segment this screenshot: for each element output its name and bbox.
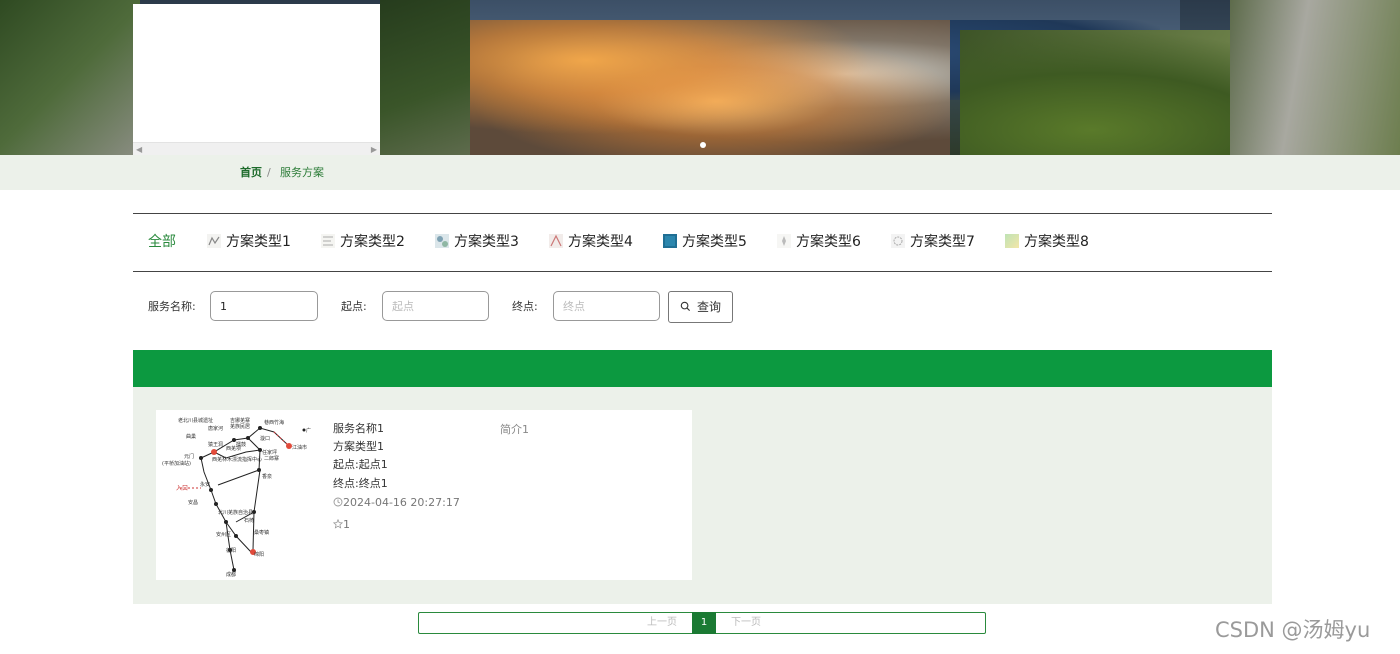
service-type: 方案类型1 (333, 440, 384, 453)
map-label: 二郎寨 (264, 455, 279, 462)
search-icon (680, 301, 690, 312)
breadcrumb-separator: / (267, 166, 271, 179)
category-tab-label: 全部 (148, 234, 176, 250)
category-tab-label: 方案类型3 (454, 234, 519, 250)
carousel-indicator-dot[interactable] (700, 142, 706, 148)
pagination: 上一页 1 下一页 (418, 612, 986, 634)
search-button[interactable]: 查询 (668, 291, 733, 323)
map-label: 羌族民居 (230, 423, 250, 430)
service-name-input[interactable]: 1 (210, 291, 318, 321)
scroll-right-arrow-icon[interactable]: ▶ (371, 145, 377, 154)
clock-icon (333, 497, 343, 507)
category-tab-1[interactable]: 方案类型1 (207, 214, 291, 271)
category-tab-8[interactable]: 方案类型8 (1005, 214, 1089, 271)
banner-hill-left (0, 0, 140, 155)
map-label: 老北川县城遗址 (178, 417, 213, 424)
map-label: 猿王洞 (208, 441, 223, 448)
thumbnail-icon (1005, 234, 1019, 248)
thumbnail-icon (777, 234, 791, 248)
service-name[interactable]: 服务名称1 (333, 421, 384, 437)
thumbnail-icon (321, 234, 335, 248)
service-name-label: 服务名称: (148, 300, 196, 313)
search-button-label: 查询 (696, 300, 721, 314)
category-tab-label: 方案类型8 (1024, 234, 1089, 250)
banner-cliff-right (1230, 0, 1400, 155)
service-time-value: 2024-04-16 20:27:17 (343, 496, 460, 509)
category-tab-3[interactable]: 方案类型3 (435, 214, 519, 271)
category-tab-label: 方案类型2 (340, 234, 405, 250)
watermark: CSDN @汤姆yu (1215, 618, 1371, 642)
thumbnail-icon (891, 234, 905, 248)
map-label: 安州区 (216, 531, 231, 538)
thumbnail-icon (207, 234, 221, 248)
route-map-thumbnail[interactable]: 老北川县城遗址 曲巢 吉娜羌寨 羌族民居 巷西竹海 唐家河 猿王洞 擂鼓 漩口 … (156, 410, 316, 580)
category-tab-label: 方案类型1 (226, 234, 291, 250)
service-card[interactable]: 老北川县城遗址 曲巢 吉娜羌寨 羌族民居 巷西竹海 唐家河 猿王洞 擂鼓 漩口 … (156, 410, 692, 580)
map-label: 入口 (176, 485, 188, 492)
map-label: 绵阳 (254, 551, 264, 558)
breadcrumb-current: 服务方案 (280, 166, 324, 179)
category-tab-7[interactable]: 方案类型7 (891, 214, 975, 271)
category-tab-5[interactable]: 方案类型5 (663, 214, 747, 271)
category-tab-label: 方案类型6 (796, 234, 861, 250)
end-point-label: 终点: (512, 300, 538, 313)
category-tabs: 全部 方案类型1 方案类型2 方案类型3 方案类型4 方案类型5 方案类型6 方… (133, 213, 1272, 272)
map-label: 唐家河 (208, 425, 223, 432)
category-tab-all[interactable]: 全部 (148, 214, 176, 271)
category-tab-6[interactable]: 方案类型6 (777, 214, 861, 271)
service-intro: 简介1 (500, 423, 529, 436)
breadcrumb-home-link[interactable]: 首页 (240, 155, 262, 190)
page-number-button[interactable]: 1 (692, 612, 716, 634)
start-point-label: 起点: (341, 300, 367, 313)
banner-hill-middle (380, 0, 470, 155)
category-tab-2[interactable]: 方案类型2 (321, 214, 405, 271)
list-header-bar (133, 350, 1272, 387)
category-tab-label: 方案类型7 (910, 234, 975, 250)
map-label: 任家坪 (262, 449, 277, 456)
route-map-image: 老北川县城遗址 曲巢 吉娜羌寨 羌族民居 巷西竹海 唐家河 猿王洞 擂鼓 漩口 … (162, 417, 316, 578)
prev-page-button[interactable]: 上一页 (647, 613, 677, 633)
scroll-left-arrow-icon[interactable]: ◀ (136, 145, 142, 154)
map-label: 元门 (184, 453, 194, 460)
map-label: 成都 (226, 571, 236, 578)
map-label: 吉娜羌寨 (230, 417, 250, 424)
map-label: 曲巢 (186, 433, 196, 440)
map-label: (平桥加油站) (162, 460, 191, 467)
map-label: 江油市 (292, 444, 307, 451)
star-icon (332, 518, 344, 529)
map-label: 香泉 (262, 473, 272, 480)
logo-horizontal-scrollbar[interactable]: ◀ ▶ (133, 142, 380, 155)
map-label: 广元 (306, 427, 311, 434)
thumbnail-icon (549, 234, 563, 248)
service-likes[interactable]: 1 (332, 517, 350, 533)
thumbnail-icon (435, 234, 449, 248)
service-time: 2024-04-16 20:27:17 (333, 495, 460, 511)
map-label: 北川羌族自治县 (218, 509, 253, 516)
map-label: 永安 (200, 481, 210, 488)
end-point-placeholder: 终点 (563, 300, 585, 313)
service-name-value: 1 (220, 300, 227, 313)
map-label: 巷西竹海 (264, 419, 284, 426)
next-page-button[interactable]: 下一页 (731, 613, 761, 633)
breadcrumb: 首页 / 服务方案 (0, 155, 1400, 190)
map-label: 西羌林木漂流指挥中心 (212, 456, 262, 463)
service-likes-count: 1 (343, 518, 350, 531)
map-label: 安昌 (188, 499, 198, 506)
service-end: 终点:终点1 (333, 477, 388, 490)
map-label: 德阳 (226, 547, 236, 554)
start-point-placeholder: 起点 (392, 300, 414, 313)
category-tab-4[interactable]: 方案类型4 (549, 214, 633, 271)
map-label: 桑枣镇 (254, 529, 269, 536)
thumbnail-icon (663, 234, 677, 248)
category-tab-label: 方案类型5 (682, 234, 747, 250)
service-start: 起点:起点1 (333, 458, 388, 471)
end-point-input[interactable]: 终点 (553, 291, 660, 321)
banner-city-lights (430, 20, 950, 155)
logo-area: ◀ ▶ (133, 4, 380, 155)
map-label: 石椅 (244, 517, 254, 524)
category-tab-label: 方案类型4 (568, 234, 633, 250)
map-label: 漩口 (260, 435, 270, 442)
map-label: 西羌坝 (226, 445, 241, 452)
start-point-input[interactable]: 起点 (382, 291, 489, 321)
